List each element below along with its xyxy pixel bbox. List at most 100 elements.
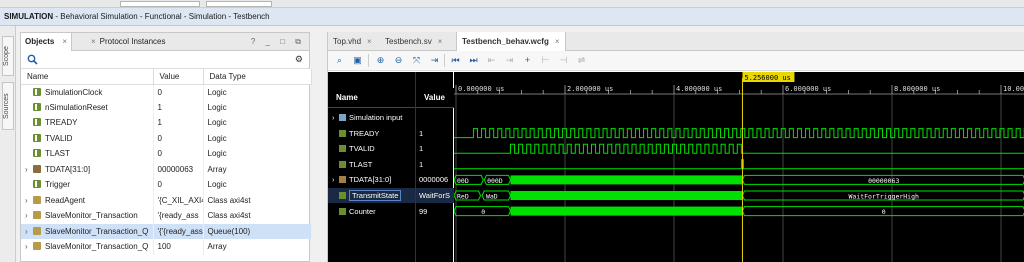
- object-data-type: Class axi4st: [203, 208, 312, 224]
- waveform-signal-row[interactable]: Counter: [328, 204, 415, 219]
- signal-value: 1: [419, 128, 424, 138]
- signal-name: TDATA[31:0]: [349, 175, 392, 185]
- table-row[interactable]: TLAST 0 Logic: [21, 146, 312, 162]
- signal-name: TransmitState: [349, 190, 402, 201]
- cursor-time-label: 5.256000 us: [744, 74, 790, 82]
- table-row[interactable]: SimulationClock 0 Logic: [21, 84, 312, 100]
- signal-icon: [339, 192, 346, 199]
- close-icon[interactable]: ×: [91, 37, 96, 46]
- tab-testbench-sv[interactable]: Testbench.sv ×: [380, 32, 447, 51]
- zoom-in-icon[interactable]: ⊕: [375, 55, 386, 66]
- search-icon[interactable]: [27, 54, 38, 65]
- object-data-type: Logic: [203, 84, 312, 100]
- time-tick-label: 2.000000 us: [567, 85, 613, 93]
- objects-search-row: ⚙: [21, 51, 309, 69]
- chevron-right-icon[interactable]: ›: [332, 172, 339, 187]
- chevron-right-icon[interactable]: ›: [25, 196, 33, 205]
- waveform-signal-row[interactable]: TVALID: [328, 141, 415, 156]
- zoom-fit-icon[interactable]: ⤧: [411, 55, 422, 66]
- object-name-cell: › TDATA[31:0]: [21, 161, 154, 177]
- chevron-right-icon[interactable]: ›: [25, 165, 33, 174]
- signal-icon: [33, 87, 41, 96]
- close-icon[interactable]: ×: [62, 37, 67, 46]
- gear-icon[interactable]: ⚙: [295, 54, 303, 65]
- table-row[interactable]: › SlaveMonitor_Transaction_Q 100 Array: [21, 239, 312, 255]
- object-value: '{ready_ass: [153, 208, 204, 224]
- go-to-start-icon[interactable]: ⏮: [450, 55, 461, 66]
- waveform-signal-row[interactable]: TREADY: [328, 126, 415, 141]
- object-icon: [33, 242, 41, 251]
- object-data-type: Class axi4st: [203, 192, 312, 208]
- signal-value: 99: [419, 206, 428, 216]
- object-icon: [33, 195, 41, 204]
- value-column-header: Value: [416, 88, 454, 108]
- table-row[interactable]: Trigger 0 Logic: [21, 177, 312, 193]
- tab-testbench-sv-label: Testbench.sv: [385, 37, 432, 46]
- close-icon[interactable]: ×: [367, 37, 372, 46]
- table-row[interactable]: TVALID 0 Logic: [21, 130, 312, 146]
- tab-sources[interactable]: Sources: [2, 82, 14, 130]
- save-icon[interactable]: ▣: [352, 55, 363, 66]
- waveform-canvas[interactable]: 0.000000 us 2.000000 us 4.000000 us 6.00000…: [454, 72, 1024, 262]
- time-tick-label: 6.000000 us: [785, 85, 831, 93]
- signal-name: TLAST: [349, 159, 373, 169]
- signal-value: [416, 110, 454, 125]
- object-value: 00000063: [153, 161, 204, 177]
- table-row[interactable]: TREADY 1 Logic: [21, 115, 312, 131]
- table-row[interactable]: › SlaveMonitor_Transaction_Q '{'{ready_ass…: [21, 223, 312, 239]
- object-name-cell: › SlaveMonitor_Transaction_Q: [21, 239, 154, 255]
- column-header-name[interactable]: Name: [21, 69, 154, 85]
- waveform-signal-row[interactable]: TLAST: [328, 157, 415, 172]
- chevron-right-icon[interactable]: ›: [25, 211, 33, 220]
- object-value: 1: [153, 99, 204, 115]
- table-row[interactable]: › ReadAgent '{C_XIL_AXI4 Class axi4st: [21, 192, 312, 208]
- close-icon[interactable]: ×: [438, 37, 443, 46]
- column-header-data-type[interactable]: Data Type: [203, 69, 312, 85]
- next-transition-icon[interactable]: ⇥: [504, 55, 515, 66]
- tab-scope[interactable]: Scope: [2, 36, 14, 76]
- waveform-signal-row[interactable]: › Simulation input: [328, 110, 415, 125]
- go-to-cursor-icon[interactable]: ⇥: [429, 55, 440, 66]
- tab-objects[interactable]: Objects ×: [21, 33, 73, 51]
- table-row[interactable]: › TDATA[31:0] 00000063 Array: [21, 161, 312, 177]
- table-row[interactable]: › SlaveMonitor_Transaction '{ready_ass Clas…: [21, 208, 312, 224]
- tready-waveform: [454, 128, 1024, 139]
- signal-value: WaitForS: [416, 188, 454, 203]
- waveform-signal-row[interactable]: TransmitState: [328, 188, 415, 203]
- objects-panel-tabs: Objects × × Protocol Instances ? _ □ ⧉: [21, 33, 309, 51]
- previous-transition-icon[interactable]: ⇤: [486, 55, 497, 66]
- object-value: '{'{ready_ass: [153, 223, 204, 239]
- toolbar-input-1[interactable]: [120, 1, 200, 7]
- tab-top-vhd[interactable]: Top.vhd ×: [328, 32, 377, 51]
- table-row[interactable]: nSimulationReset 1 Logic: [21, 99, 312, 115]
- tab-protocol-instances[interactable]: × Protocol Instances: [87, 33, 169, 51]
- left-side-tabs: Scope Sources: [0, 26, 16, 262]
- swap-cursors-icon[interactable]: ⇌: [576, 55, 587, 66]
- next-marker-icon[interactable]: ⊣: [558, 55, 569, 66]
- zoom-out-icon[interactable]: ⊖: [393, 55, 404, 66]
- bus-value-label: 000D: [487, 177, 503, 185]
- object-value: 100: [153, 239, 204, 255]
- chevron-right-icon[interactable]: ›: [25, 227, 33, 236]
- toolbar-separator: [368, 54, 369, 67]
- name-column-header: Name: [328, 88, 415, 108]
- object-name-cell: › SlaveMonitor_Transaction: [21, 208, 154, 224]
- toolbar-input-2[interactable]: [206, 1, 272, 7]
- object-data-type: Logic: [203, 130, 312, 146]
- time-tick-label: 8.000000 us: [894, 85, 940, 93]
- tab-testbench-behav-wcfg[interactable]: Testbench_behav.wcfg ×: [456, 32, 566, 51]
- bus-signal-icon: [339, 176, 346, 184]
- add-marker-icon[interactable]: +: [522, 55, 533, 66]
- chevron-right-icon[interactable]: ›: [332, 110, 339, 125]
- panel-window-controls[interactable]: ? _ □ ⧉: [251, 33, 305, 51]
- chevron-right-icon[interactable]: ›: [25, 242, 33, 251]
- close-icon[interactable]: ×: [555, 37, 560, 46]
- object-data-type: Logic: [203, 146, 312, 162]
- signal-name: Counter: [349, 206, 376, 216]
- go-to-end-icon[interactable]: ⏭: [468, 55, 479, 66]
- search-icon[interactable]: ⌕: [334, 55, 345, 66]
- column-header-value[interactable]: Value: [153, 69, 204, 85]
- waveform-signal-row[interactable]: › TDATA[31:0]: [328, 172, 415, 187]
- objects-table: Name Value Data Type SimulationClock 0 Log…: [21, 69, 312, 255]
- previous-marker-icon[interactable]: ⊢: [540, 55, 551, 66]
